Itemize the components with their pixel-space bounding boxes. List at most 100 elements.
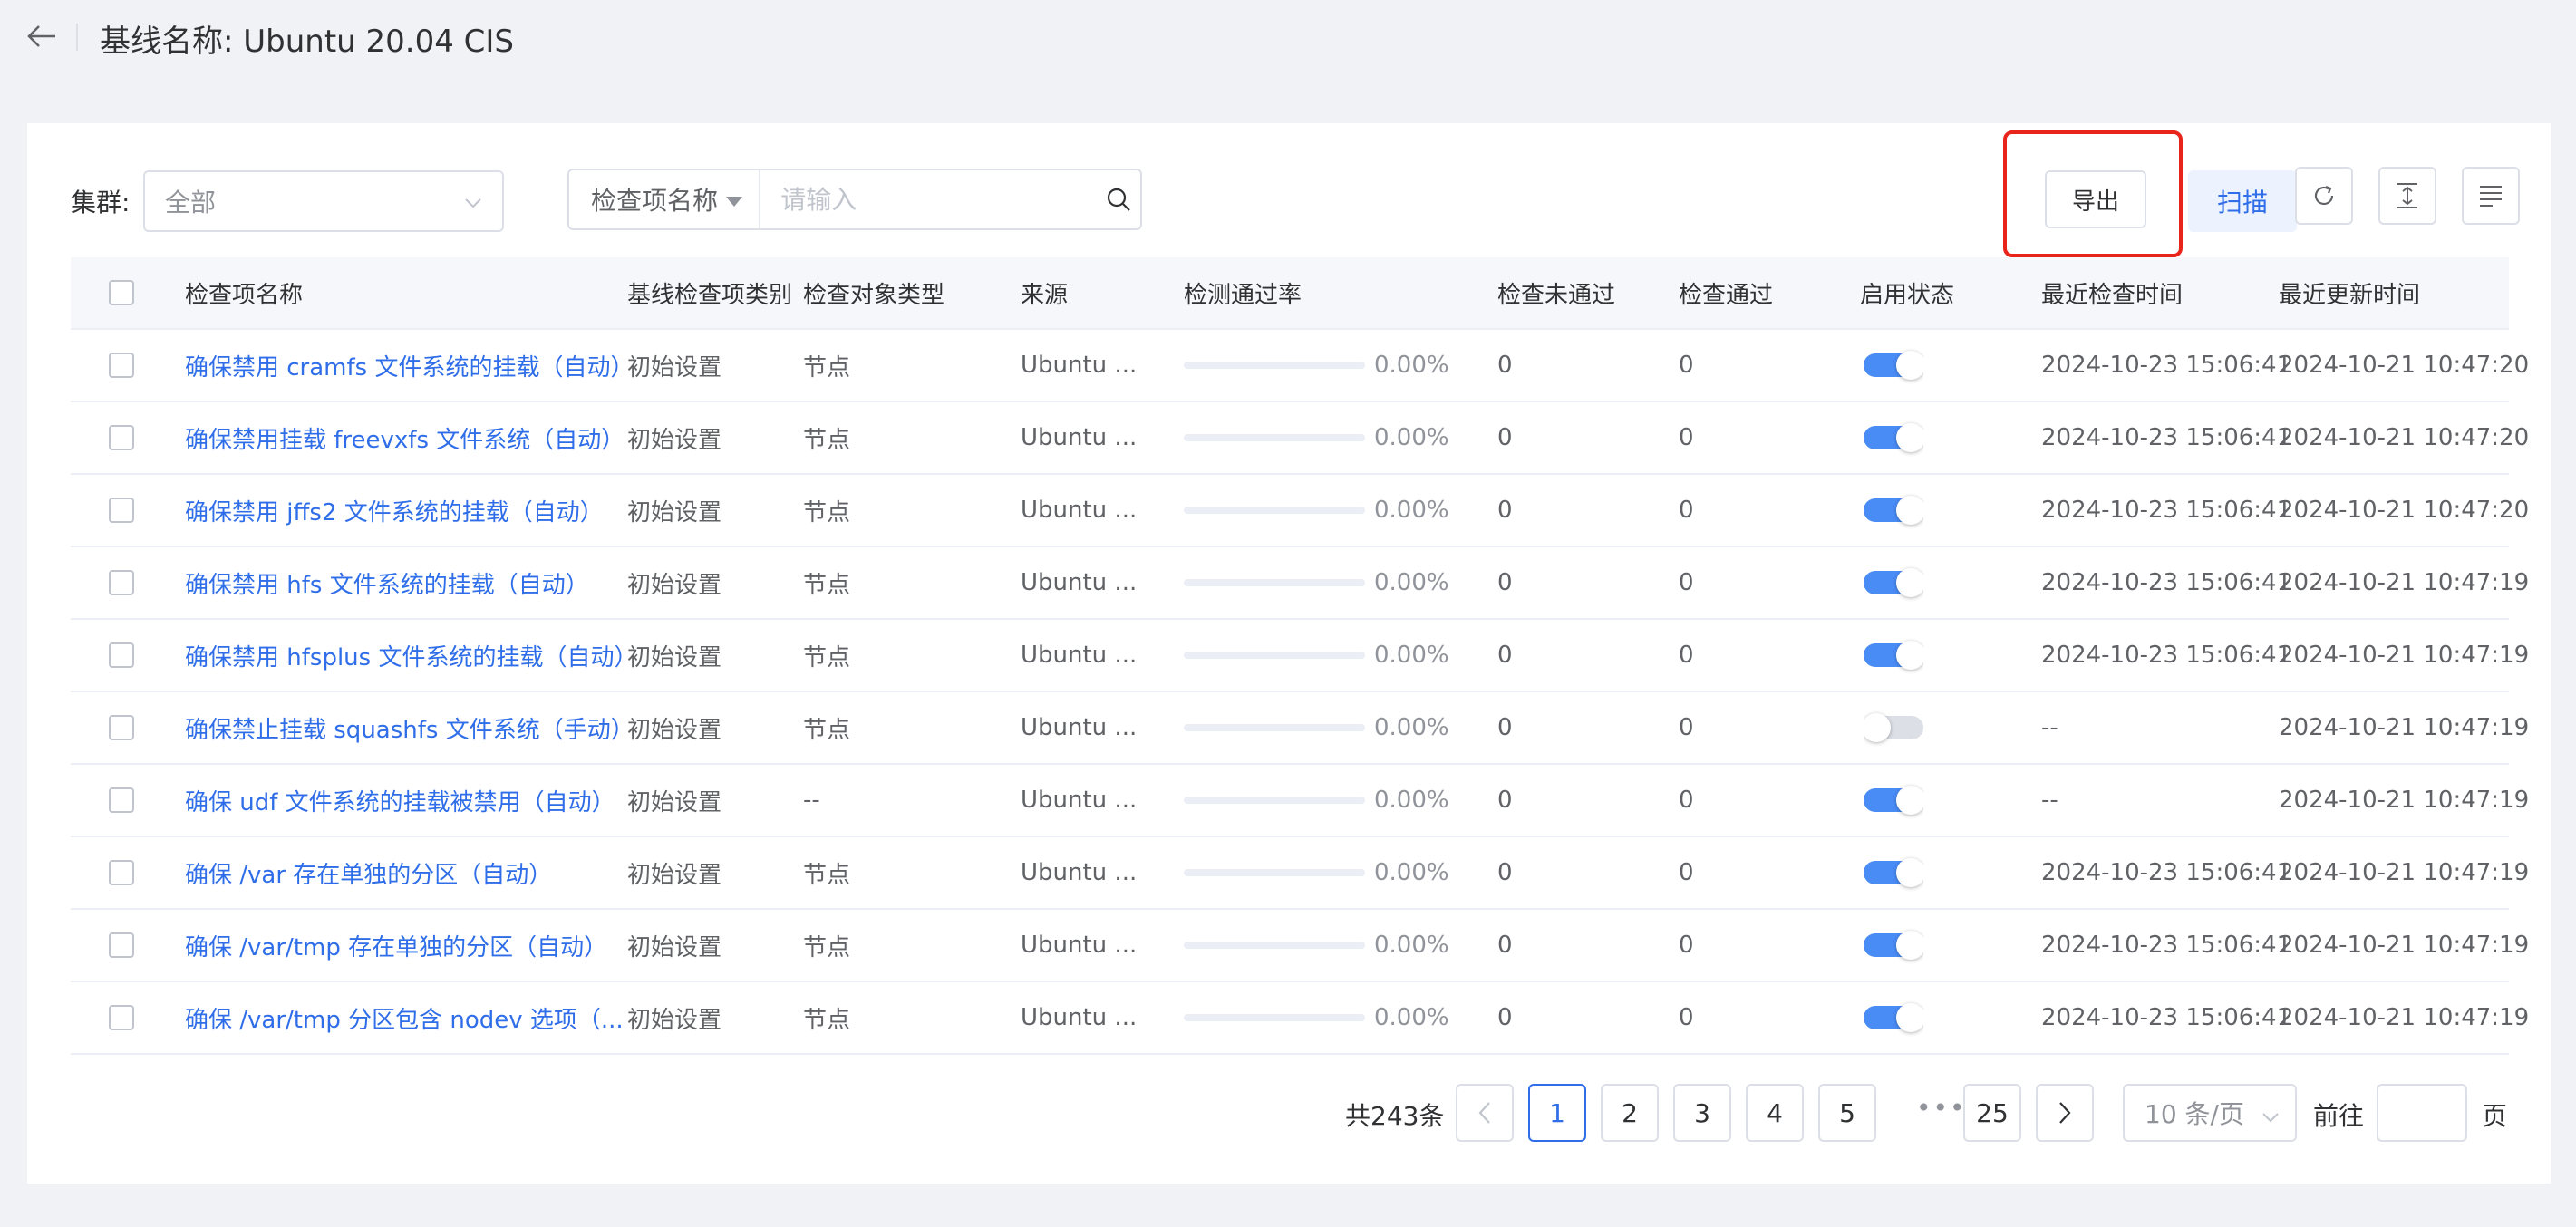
enabled-toggle[interactable] [1864,858,1923,887]
check-name-link[interactable]: 确保 /var/tmp 分区包含 nodev 选项（... [185,982,624,1053]
row-checkbox-cell [109,330,134,401]
search-field-select[interactable]: 检查项名称 [569,170,761,228]
toggle-knob [1896,496,1923,525]
passed-count-cell: 0 [1679,352,1694,379]
check-name-link[interactable]: 确保禁用挂载 freevxfs 文件系统（自动） [185,402,625,473]
passed-count-cell: 0 [1679,932,1694,959]
passed-count-cell: 0 [1679,424,1694,451]
select-all-checkbox[interactable] [109,280,134,305]
enabled-toggle[interactable] [1864,641,1923,670]
source-cell: Ubuntu ... [1021,859,1138,886]
page-button-last[interactable]: 25 [1963,1084,2021,1142]
goto-label: 前往 [2313,1101,2365,1131]
pass-rate-text: 0.00% [1374,932,1449,959]
row-checkbox[interactable] [109,498,134,523]
enabled-toggle[interactable] [1864,568,1923,597]
category-cell: 初始设置 [627,353,722,382]
check-name-link[interactable]: 确保禁用 jffs2 文件系统的挂载（自动） [185,475,604,546]
col-header-object-type[interactable]: 检查对象类型 [803,257,944,328]
col-header-pass-rate[interactable]: 检测通过率 [1184,257,1302,328]
row-checkbox[interactable] [109,787,134,813]
passed-count-cell: 0 [1679,859,1694,886]
last-update-cell: 2024-10-21 10:47:19 [2279,714,2530,741]
enabled-toggle[interactable] [1864,1003,1923,1032]
enabled-toggle[interactable] [1864,423,1923,452]
col-header-name[interactable]: 检查项名称 [185,257,303,328]
row-checkbox[interactable] [109,570,134,595]
enabled-toggle[interactable] [1864,713,1923,742]
goto-page-input[interactable] [2377,1084,2467,1142]
enabled-toggle[interactable] [1864,931,1923,960]
col-header-category[interactable]: 基线检查项类别 [627,257,792,328]
table-row: 确保禁用 cramfs 文件系统的挂载（自动） 初始设置 节点 Ubuntu ... 0… [71,330,2529,402]
pass-rate-progress-bar [1184,797,1365,804]
check-name-link[interactable]: 确保禁用 hfsplus 文件系统的挂载（自动） [185,620,637,691]
failed-count-cell: 0 [1497,859,1513,886]
row-checkbox[interactable] [109,425,134,450]
check-name-link[interactable]: 确保禁用 cramfs 文件系统的挂载（自动） [185,330,634,401]
search-input[interactable] [760,170,1098,228]
back-arrow-icon[interactable] [25,20,58,53]
refresh-icon[interactable] [2295,167,2353,225]
pass-rate-progress-bar [1184,652,1365,659]
enabled-switch-cell [1864,620,1923,691]
row-checkbox[interactable] [109,715,134,740]
export-button[interactable]: 导出 [2045,170,2146,228]
scan-button[interactable]: 扫描 [2188,170,2297,232]
pagination-ellipsis[interactable]: ••• [1916,1093,1967,1123]
page-button-4[interactable]: 4 [1746,1084,1804,1142]
row-checkbox[interactable] [109,860,134,885]
check-name-link[interactable]: 确保 udf 文件系统的挂载被禁用（自动） [185,765,615,836]
col-header-last-update[interactable]: 最近更新时间 [2279,257,2420,328]
cluster-select-value: 全部 [165,188,217,217]
last-check-cell: 2024-10-23 15:06:41 [2041,569,2292,596]
page-size-select[interactable]: 10 条/页 [2123,1084,2297,1142]
row-checkbox-cell [109,982,134,1053]
check-name-link[interactable]: 确保 /var 存在单独的分区（自动） [185,837,552,908]
prev-page-button[interactable] [1456,1084,1514,1142]
pass-rate-text: 0.00% [1374,787,1449,814]
last-check-cell: 2024-10-23 15:06:41 [2041,497,2292,524]
table-row: 确保 udf 文件系统的挂载被禁用（自动） 初始设置 -- Ubuntu ... 0 0 -… [71,765,2529,837]
column-settings-icon[interactable] [2462,167,2520,225]
row-density-icon[interactable] [2378,167,2436,225]
last-check-cell: 2024-10-23 15:06:41 [2041,859,2292,886]
check-name-link[interactable]: 确保禁用 hfs 文件系统的挂载（自动） [185,547,589,618]
next-page-button[interactable] [2036,1084,2094,1142]
row-checkbox-cell [109,765,134,836]
col-header-failed[interactable]: 检查未通过 [1497,257,1615,328]
col-header-source[interactable]: 来源 [1021,257,1068,328]
object-type-cell: 节点 [803,643,851,671]
page-button-1[interactable]: 1 [1528,1084,1586,1142]
col-header-enabled[interactable]: 启用状态 [1860,257,1954,328]
object-type-cell: -- [803,787,820,814]
pass-rate-cell: 0.00% [1184,547,1449,618]
cluster-select[interactable]: 全部 [143,170,504,232]
row-checkbox[interactable] [109,353,134,378]
pass-rate-cell: 0.00% [1184,330,1449,401]
caret-down-icon [726,194,743,211]
pass-rate-text: 0.00% [1374,1004,1449,1031]
pass-rate-text: 0.00% [1374,714,1449,741]
last-check-cell: 2024-10-23 15:06:41 [2041,1004,2292,1031]
col-header-passed[interactable]: 检查通过 [1679,257,1773,328]
row-checkbox[interactable] [109,932,134,958]
check-name-link[interactable]: 确保 /var/tmp 存在单独的分区（自动） [185,910,607,981]
page-button-2[interactable]: 2 [1601,1084,1659,1142]
page-button-3[interactable]: 3 [1673,1084,1731,1142]
enabled-switch-cell [1864,837,1923,908]
enabled-toggle[interactable] [1864,786,1923,815]
toggle-knob [1896,1003,1923,1032]
enabled-toggle[interactable] [1864,496,1923,525]
check-name-link[interactable]: 确保禁止挂载 squashfs 文件系统（手动） [185,692,634,763]
failed-count-cell: 0 [1497,787,1513,814]
chevron-down-icon [462,192,484,217]
col-header-last-check[interactable]: 最近检查时间 [2041,257,2183,328]
row-checkbox[interactable] [109,642,134,668]
row-checkbox[interactable] [109,1005,134,1030]
toggle-knob [1896,786,1923,815]
enabled-toggle[interactable] [1864,351,1923,380]
search-icon[interactable] [1097,170,1140,228]
main-card: 集群: 全部 检查项名称 导出 扫描 检查项名称 基线检查项类别 [27,123,2551,1184]
page-button-5[interactable]: 5 [1818,1084,1876,1142]
